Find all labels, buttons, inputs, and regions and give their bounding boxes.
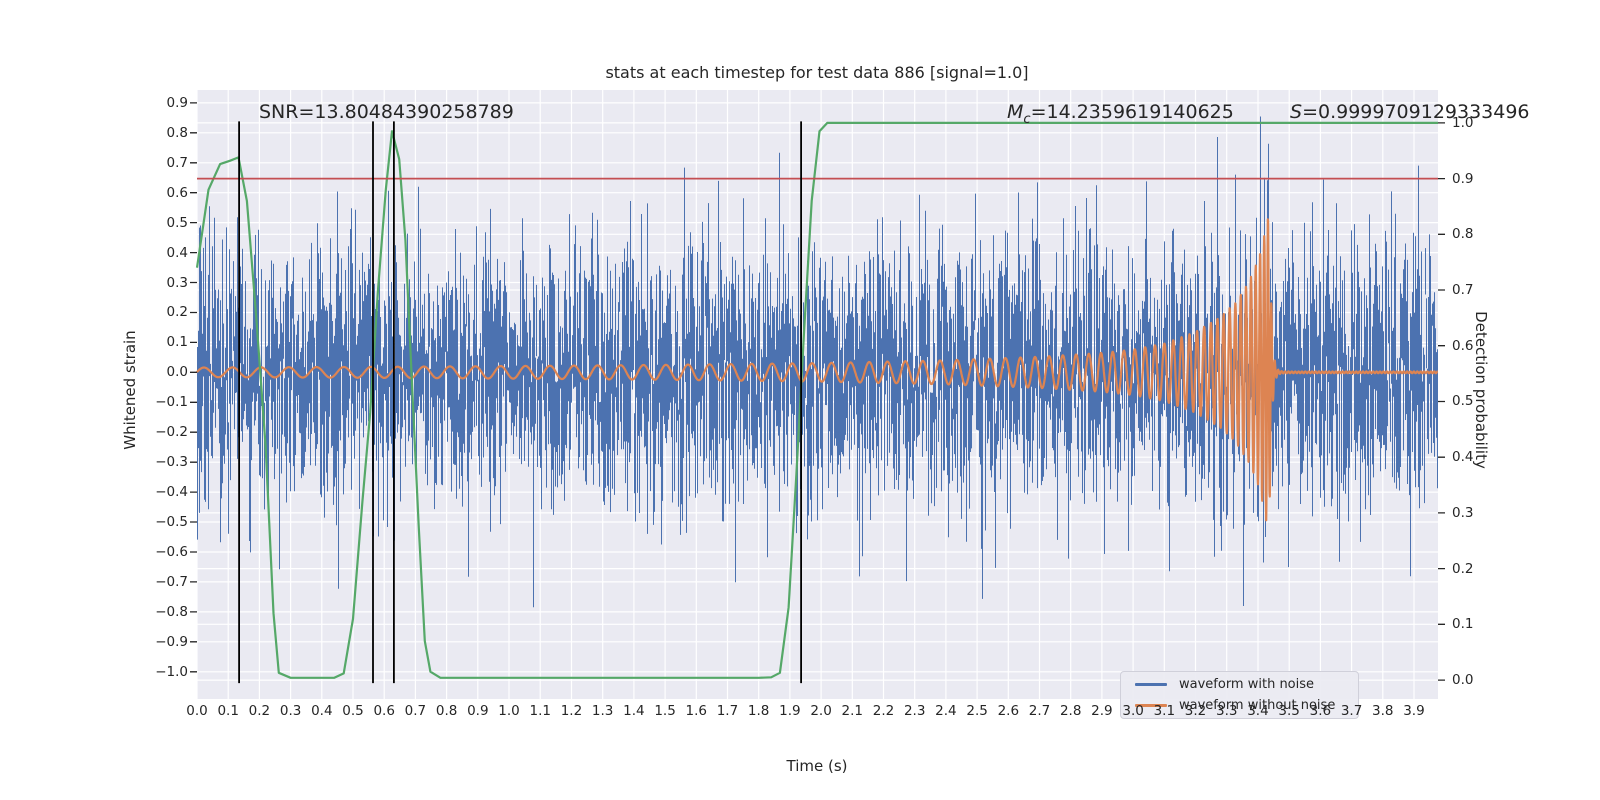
y-right-axis-label: Detection probability — [1472, 311, 1490, 469]
y-left-tick-label: 0.8 — [166, 124, 188, 141]
y-left-tick-label: −0.9 — [155, 633, 188, 650]
annotation-significance: S=0.9999709129333496 — [1290, 101, 1530, 124]
y-left-tick-label: 0.5 — [166, 214, 188, 231]
chirp-mass-symbol: M — [1007, 101, 1024, 123]
annotation-snr: SNR=13.80484390258789 — [259, 101, 514, 123]
chart-title: stats at each timestep for test data 886… — [605, 63, 1029, 82]
y-left-tick-label: −0.3 — [155, 454, 188, 471]
y-left-tick-label: −0.4 — [155, 484, 188, 501]
y-left-tick-label: 0.2 — [166, 304, 188, 321]
y-left-tick-label: −0.2 — [155, 424, 188, 441]
y-right-tick-label: 0.5 — [1452, 393, 1474, 410]
y-left-tick-label: 0.9 — [166, 94, 188, 111]
significance-symbol: S — [1290, 101, 1303, 123]
y-right-tick-label: 0.7 — [1452, 282, 1474, 299]
legend-item-waveform-with-noise: waveform with noise — [1135, 676, 1348, 693]
y-left-tick-label: −0.8 — [155, 603, 188, 620]
y-right-tick-label: 0.1 — [1452, 616, 1474, 633]
chirp-mass-value: =14.2359619140625 — [1030, 101, 1234, 123]
y-left-tick-label: 0.7 — [166, 154, 188, 171]
y-left-tick-label: 0.1 — [166, 334, 188, 351]
y-right-tick-label: 0.6 — [1452, 337, 1474, 354]
legend-label-with-noise: waveform with noise — [1179, 676, 1315, 692]
y-left-tick-label: −0.5 — [155, 514, 188, 531]
y-right-tick-label: 0.4 — [1452, 449, 1474, 466]
y-left-tick-label: −0.6 — [155, 543, 188, 560]
y-left-tick-label: −0.7 — [155, 573, 188, 590]
y-right-tick-label: 1.0 — [1452, 114, 1474, 131]
legend-line-blue-icon — [1135, 682, 1167, 686]
y-left-tick-label: 0.0 — [166, 364, 188, 381]
y-right-tick-label: 0.3 — [1452, 504, 1474, 521]
annotation-chirp-mass: Mc=14.2359619140625 — [1007, 101, 1234, 128]
chirp-mass-subscript: c — [1023, 111, 1031, 127]
y-right-tick-label: 0.2 — [1452, 560, 1474, 577]
y-left-tick-label: 0.6 — [166, 184, 188, 201]
significance-value: =0.9999709129333496 — [1302, 101, 1530, 123]
y-left-tick-label: 0.4 — [166, 244, 188, 261]
y-right-tick-label: 0.8 — [1452, 226, 1474, 243]
figure: stats at each timestep for test data 886… — [0, 0, 1600, 800]
y-left-tick-label: −0.1 — [155, 394, 188, 411]
y-left-tick-label: −1.0 — [155, 663, 188, 680]
y-right-tick-label: 0.0 — [1452, 672, 1474, 689]
y-left-tick-label: 0.3 — [166, 274, 188, 291]
x-axis-label: Time (s) — [786, 757, 848, 775]
x-tick-label: 3.9 — [1403, 703, 1425, 719]
y-right-tick-label: 0.9 — [1452, 170, 1474, 187]
